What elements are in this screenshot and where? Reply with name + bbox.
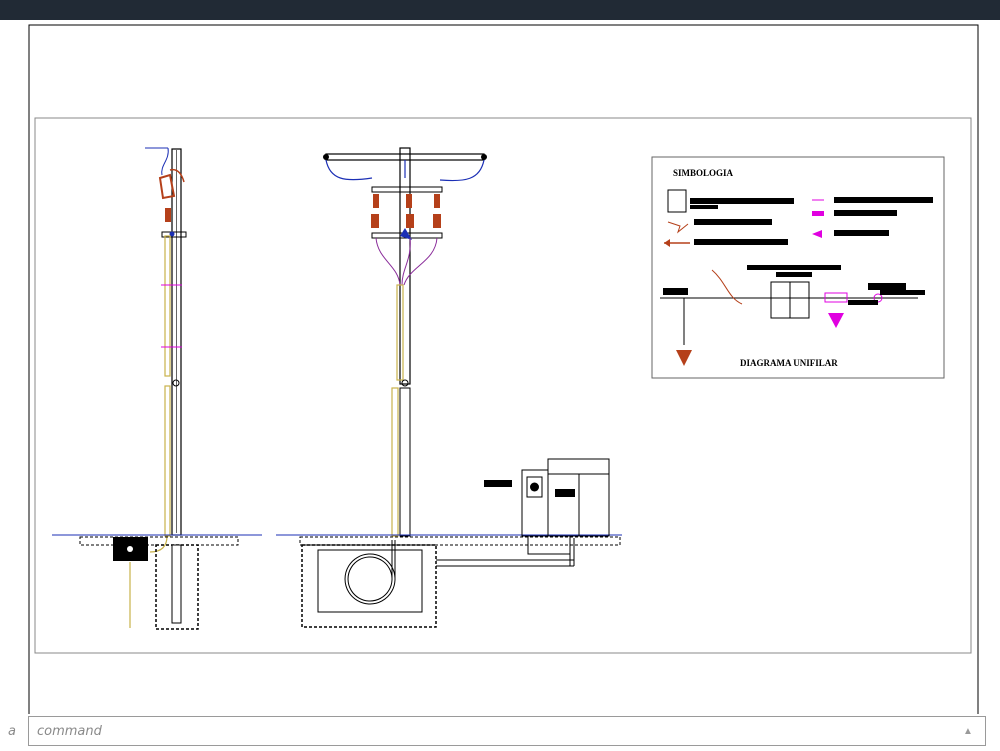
center-pole-front-view (323, 147, 487, 537)
command-prefix: a (8, 724, 16, 739)
left-pole-side-view (52, 147, 262, 630)
drawing-canvas[interactable]: SIMBOLOGIA DIAGRAMA UNIFILAR (0, 20, 1000, 714)
switchgear-cabinet (484, 458, 610, 555)
diagram-title: DIAGRAMA UNIFILAR (740, 358, 838, 368)
legend-title: SIMBOLOGIA (673, 168, 734, 178)
command-bar: a ▲ (0, 714, 1000, 751)
legend-box: SIMBOLOGIA DIAGRAMA UNIFILAR (651, 156, 945, 379)
command-input[interactable] (28, 716, 986, 746)
scroll-up-icon[interactable]: ▲ (960, 722, 976, 742)
title-bar (0, 0, 1000, 20)
cad-drawing: SIMBOLOGIA DIAGRAMA UNIFILAR (28, 24, 979, 714)
